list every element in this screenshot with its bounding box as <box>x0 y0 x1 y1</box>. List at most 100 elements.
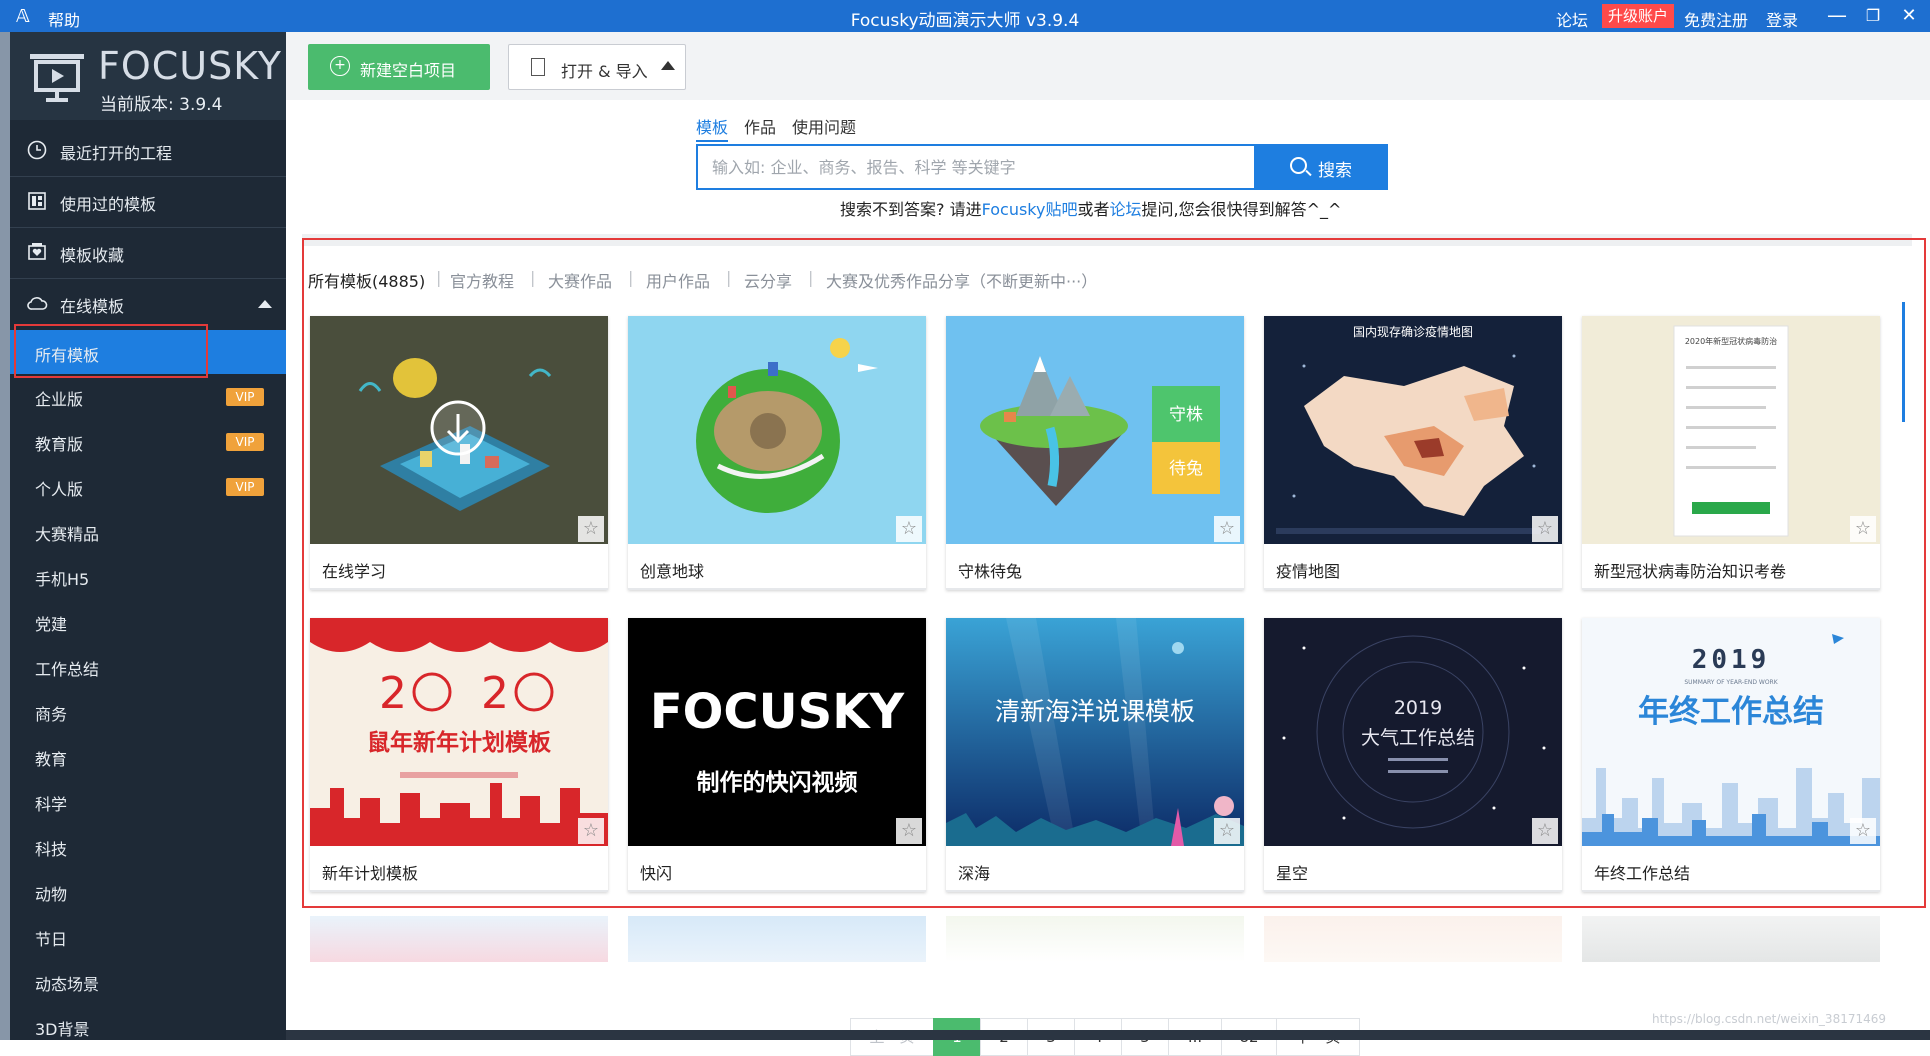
favorite-star-icon[interactable]: ☆ <box>1214 516 1240 542</box>
free-register-link[interactable]: 免费注册 <box>1684 7 1748 31</box>
template-card-flash[interactable]: FOCUSKY 制作的快闪视频 ☆ 快闪 <box>628 618 926 892</box>
template-card-epidemic-map[interactable]: 国内现存确诊疫情地图 ☆ 疫情地图 <box>1264 316 1562 590</box>
category-cloud-share[interactable]: 云分享 <box>744 268 792 292</box>
template-name: 新型冠状病毒防治知识考卷 <box>1594 562 1787 581</box>
category-separator: | <box>628 268 634 287</box>
scrollbar[interactable] <box>1902 302 1905 422</box>
category-excellent-works[interactable]: 大赛及优秀作品分享（不断更新中···） <box>826 268 1097 292</box>
maximize-icon[interactable]: ❐ <box>1858 6 1888 25</box>
open-import-label: 打开 & 导入 <box>561 62 648 81</box>
card-divider <box>946 890 1244 892</box>
card-divider <box>310 890 608 892</box>
template-card-partial[interactable] <box>310 916 608 962</box>
template-name: 深海 <box>958 864 991 883</box>
sidebar-subitem-label: 3D背景 <box>35 1020 90 1039</box>
template-card-new-year-plan[interactable]: 2 2 鼠年新年计划模板 ☆ 新年计划模板 <box>310 618 608 892</box>
open-import-button[interactable]: 打开 & 导入 <box>508 44 686 90</box>
sidebar-subitem-contest[interactable]: 大赛精品 <box>10 509 286 553</box>
tab-works[interactable]: 作品 <box>744 114 776 138</box>
sidebar-subitem-holidays[interactable]: 节日 <box>10 914 286 958</box>
sidebar-subitem-3d-backgrounds[interactable]: 3D背景 <box>10 1004 286 1048</box>
template-card-covid-quiz[interactable]: 2020年新型冠状病毒防治 ☆ 新型冠状病毒防治知识考卷 <box>1582 316 1880 590</box>
sidebar-subitem-label: 企业版 <box>35 390 84 409</box>
template-card-partial[interactable] <box>946 916 1244 962</box>
favorite-star-icon[interactable]: ☆ <box>896 818 922 844</box>
template-name: 星空 <box>1276 864 1309 883</box>
template-thumbnail: 2019 大气工作总结 <box>1264 618 1562 846</box>
main-panel: + 新建空白项目 打开 & 导入 模板 作品 使用问题 搜索 搜索不到答案? 请… <box>286 32 1930 1056</box>
sidebar-subitem-label: 动物 <box>35 885 68 904</box>
sidebar-subitem-label: 动态场景 <box>35 975 100 994</box>
sidebar-subitem-technology[interactable]: 科技 <box>10 824 286 868</box>
brand-header: FOCUSKY 当前版本: 3.9.4 <box>10 32 286 120</box>
sidebar-subitem-work-summary[interactable]: 工作总结 <box>10 644 286 688</box>
favorite-star-icon[interactable]: ☆ <box>1532 818 1558 844</box>
template-card-deep-sea[interactable]: 清新海洋说课模板 ☆ 深海 <box>946 618 1244 892</box>
logo-text: FOCUSKY <box>98 44 283 88</box>
sidebar-subitem-enterprise[interactable]: 企业版 VIP <box>10 374 286 418</box>
sidebar: FOCUSKY 当前版本: 3.9.4 最近打开的工程 使用过的模板 模板收藏 … <box>0 32 286 1040</box>
close-icon[interactable]: ✕ <box>1894 5 1924 26</box>
title-bar: 𝔸 帮助 Focusky动画演示大师 v3.9.4 论坛 升级账户 免费注册 登… <box>0 0 1930 32</box>
upgrade-account-button[interactable]: 升级账户 <box>1602 4 1674 28</box>
favorite-star-icon[interactable]: ☆ <box>578 818 604 844</box>
thumb-text: 2020年新型冠状病毒防治 <box>1685 336 1777 346</box>
search-button[interactable]: 搜索 <box>1254 144 1388 190</box>
sidebar-subitem-education[interactable]: 教育 <box>10 734 286 778</box>
sidebar-subitem-personal[interactable]: 个人版 VIP <box>10 464 286 508</box>
minimize-icon[interactable]: — <box>1822 3 1852 27</box>
search-input[interactable] <box>696 144 1256 190</box>
template-card-year-end-summary[interactable]: 2019 SUMMARY OF YEAR-END WORK 年终工作总结 ☆ 年… <box>1582 618 1880 892</box>
template-card-partial[interactable] <box>628 916 926 962</box>
sidebar-subitem-dynamic-scenes[interactable]: 动态场景 <box>10 959 286 1003</box>
template-card-partial[interactable] <box>1582 916 1880 962</box>
favorite-star-icon[interactable]: ☆ <box>1850 818 1876 844</box>
template-card-online-learning[interactable]: ☆ 在线学习 <box>310 316 608 590</box>
card-divider <box>1264 890 1562 892</box>
sidebar-subitem-animals[interactable]: 动物 <box>10 869 286 913</box>
template-name: 年终工作总结 <box>1594 864 1691 883</box>
template-thumbnail: 2 2 鼠年新年计划模板 <box>310 618 608 846</box>
category-all[interactable]: 所有模板(4885) <box>308 268 425 292</box>
template-card-shouzhu[interactable]: 守株 待兔 ☆ 守株待兔 <box>946 316 1244 590</box>
tab-templates[interactable]: 模板 <box>696 114 729 142</box>
thumb-text: SUMMARY OF YEAR-END WORK <box>1684 679 1778 686</box>
sidebar-subitem-label: 节日 <box>35 930 68 949</box>
collapse-arrow-icon[interactable] <box>258 299 272 309</box>
favorite-star-icon[interactable]: ☆ <box>578 516 604 542</box>
sidebar-item-favorites[interactable]: 模板收藏 <box>10 228 286 278</box>
favorite-star-icon[interactable]: ☆ <box>896 516 922 542</box>
login-link[interactable]: 登录 <box>1766 7 1798 31</box>
template-thumbnail: 清新海洋说课模板 <box>946 618 1244 846</box>
template-name: 守株待兔 <box>958 562 1023 581</box>
template-card-creative-earth[interactable]: ☆ 创意地球 <box>628 316 926 590</box>
focusky-logo-icon <box>30 54 84 102</box>
sidebar-subitem-education-edition[interactable]: 教育版 VIP <box>10 419 286 463</box>
favorite-star-icon[interactable]: ☆ <box>1214 818 1240 844</box>
sidebar-item-used-templates[interactable]: 使用过的模板 <box>10 177 286 227</box>
tab-faq[interactable]: 使用问题 <box>792 114 856 138</box>
forum-link[interactable]: 论坛 <box>1556 7 1588 31</box>
favorite-star-icon[interactable]: ☆ <box>1532 516 1558 542</box>
sidebar-subitem-business[interactable]: 商务 <box>10 689 286 733</box>
template-card-partial[interactable] <box>1264 916 1562 962</box>
category-official-tutorials[interactable]: 官方教程 <box>450 268 514 292</box>
sidebar-subitem-mobile-h5[interactable]: 手机H5 <box>10 554 286 598</box>
forum-hint-link[interactable]: 论坛 <box>1109 200 1141 219</box>
sidebar-item-online-templates[interactable]: 在线模板 <box>10 279 286 329</box>
category-separator: | <box>726 268 732 287</box>
category-contest-works[interactable]: 大赛作品 <box>548 268 612 292</box>
template-thumbnail: 国内现存确诊疫情地图 <box>1264 316 1562 544</box>
tieba-link[interactable]: Focusky贴吧 <box>982 200 1078 219</box>
favorite-star-icon[interactable]: ☆ <box>1850 516 1876 542</box>
card-divider <box>628 890 926 892</box>
search-hint: 搜索不到答案? 请进Focusky贴吧或者论坛提问,您会很快得到解答^_^ <box>840 196 1341 220</box>
category-user-works[interactable]: 用户作品 <box>646 268 710 292</box>
new-blank-project-button[interactable]: + 新建空白项目 <box>308 44 490 90</box>
vip-badge: VIP <box>226 388 264 406</box>
sidebar-subitem-science[interactable]: 科学 <box>10 779 286 823</box>
sidebar-subitem-party[interactable]: 党建 <box>10 599 286 643</box>
thumb-text: 守株 <box>1169 405 1203 425</box>
template-card-starry-sky[interactable]: 2019 大气工作总结 ☆ 星空 <box>1264 618 1562 892</box>
sidebar-item-recent-projects[interactable]: 最近打开的工程 <box>10 126 286 176</box>
